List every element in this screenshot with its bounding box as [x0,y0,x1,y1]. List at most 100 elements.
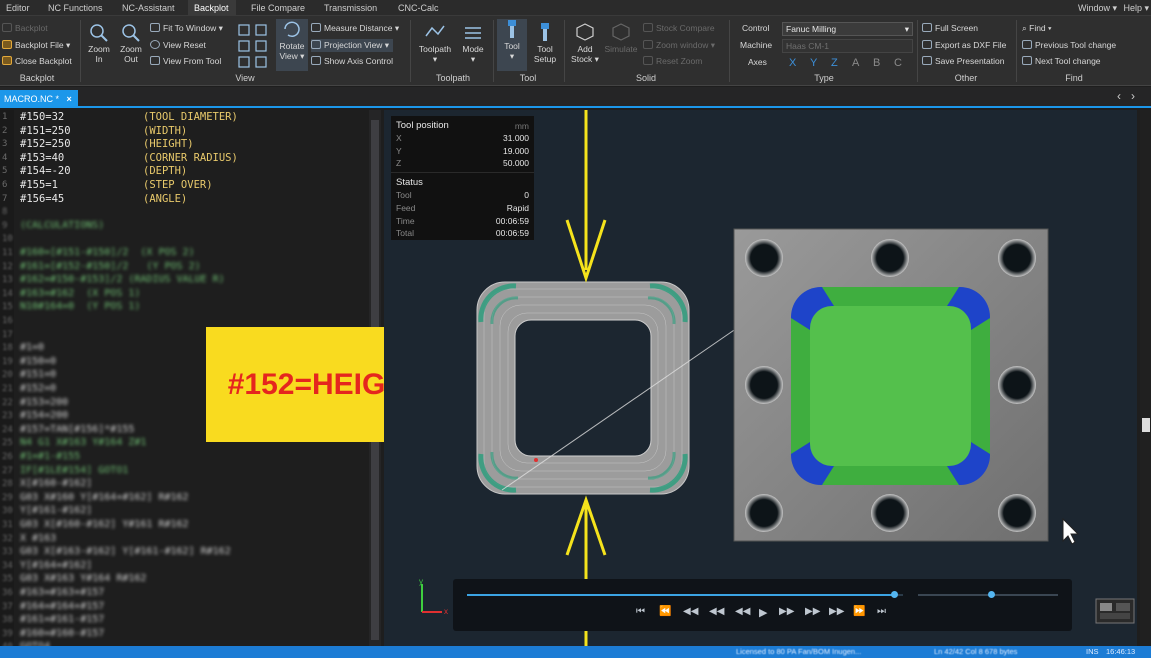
code-line-blurred[interactable]: X[#160-#162] [20,478,92,489]
step-back-button[interactable]: ◀◀ [735,606,750,617]
save-presentation-button[interactable]: Save Presentation [922,55,1004,68]
full-screen-button[interactable]: Full Screen [922,22,978,35]
show-axis-control-button[interactable]: Show Axis Control [311,55,393,68]
tab-editor[interactable]: Editor [0,0,36,16]
code-line[interactable]: #151=250 [20,125,71,137]
code-line-blurred[interactable]: #164=#164+#157 [20,601,104,612]
axis-y[interactable]: Y [810,57,817,69]
step-forward-block-button[interactable]: ▶▶ [829,606,844,617]
code-line-blurred[interactable]: #162=#150-#153]/2 (RADIUS VALUE R) [20,274,225,285]
speed-handle[interactable] [987,591,995,598]
close-icon[interactable]: × [67,94,72,104]
code-line-blurred[interactable]: N4 G1 X#163 Y#164 Z#1 [20,437,146,448]
tool-button[interactable]: Tool ▾ [497,19,527,71]
view-from-tool-button[interactable]: View From Tool [150,55,221,68]
axis-b[interactable]: B [873,57,880,69]
export-dxf-button[interactable]: Export as DXF File [922,39,1006,52]
code-line-blurred[interactable]: #163=#162 (X POS 1) [20,288,140,299]
code-line-blurred[interactable]: N10#164=0 (Y POS 1) [20,301,140,312]
machine-select[interactable]: Haas CM-1 [782,39,913,53]
code-line[interactable]: #156=45 [20,193,64,205]
axis-z[interactable]: Z [831,57,838,69]
code-line-blurred[interactable]: #154=200 [20,410,68,421]
tab-nav-arrows[interactable]: ‹ › [1117,89,1135,103]
backplot-file-button[interactable]: Backplot File ▾ [2,39,70,52]
tab-cnc-calc[interactable]: CNC-Calc [392,0,445,16]
code-line-blurred[interactable]: #161=#161-#157 [20,614,104,625]
code-line-blurred[interactable]: X #163 [20,533,56,544]
rotate-view-button[interactable]: Rotate View ▾ [276,19,308,71]
projection-view-button[interactable]: Projection View ▾ [311,39,394,52]
step-forward-tool-button[interactable]: ⏩ [853,606,865,617]
axis-a[interactable]: A [852,57,859,69]
code-line-blurred[interactable]: #163=#163+#157 [20,587,104,598]
chevron-left-icon[interactable]: ‹ [1117,89,1121,103]
step-forward-button[interactable]: ▶▶ [779,606,794,617]
tool-setup-button[interactable]: Tool Setup [530,22,560,64]
stock-compare-button[interactable]: Stock Compare [643,22,715,35]
next-tool-change-button[interactable]: Next Tool change [1022,55,1101,68]
step-back-z-button[interactable]: ◀◀ [709,606,724,617]
view-cubes-icon[interactable] [236,22,272,68]
viewport-scrollbar[interactable] [1140,110,1151,646]
code-line[interactable]: #152=250 [20,138,71,150]
control-select[interactable]: Fanuc Milling ▾ [782,22,913,36]
window-menu[interactable]: Window ▾ [1078,0,1117,16]
code-line-blurred[interactable]: #150=0 [20,356,56,367]
code-line-blurred[interactable]: #157=TAN[#156]*#155 [20,424,134,435]
measure-distance-button[interactable]: Measure Distance ▾ [311,22,399,35]
play-button[interactable]: ▶ [759,606,767,619]
axis-c[interactable]: C [894,57,902,69]
code-line-blurred[interactable]: #1=#1-#155 [20,451,80,462]
code-line-blurred[interactable]: Y[#161-#162] [20,505,92,516]
code-line-blurred[interactable]: G03 X#160 Y[#164+#162] R#162 [20,492,189,503]
code-line[interactable]: #153=40 [20,152,64,164]
tab-nc-functions[interactable]: NC Functions [42,0,109,16]
step-back-block-button[interactable]: ◀◀ [683,606,698,617]
zoom-out-button[interactable]: Zoom Out [116,22,146,64]
chevron-right-icon[interactable]: › [1131,89,1135,103]
code-line-blurred[interactable]: #160=#160-#157 [20,628,104,639]
code-line[interactable]: #154=-20 [20,165,71,177]
code-line-blurred[interactable]: #160=[#151-#150]/2 (X POS 2) [20,247,195,258]
tab-nc-assistant[interactable]: NC-Assistant [116,0,181,16]
first-frame-button[interactable]: ⏮ [636,606,645,617]
code-line-blurred[interactable]: #153=200 [20,397,68,408]
fit-to-window-button[interactable]: Fit To Window ▾ [150,22,223,35]
viewport-scroll-thumb[interactable] [1142,418,1150,432]
view-reset-button[interactable]: View Reset [150,39,206,52]
code-line-blurred[interactable]: IF[#1LE#154] GOTO1 [20,465,128,476]
reset-zoom-button[interactable]: Reset Zoom [643,55,702,68]
code-line-blurred[interactable]: G03 X[#163-#162] Y[#161-#162] R#162 [20,546,231,557]
axis-x[interactable]: X [789,57,796,69]
last-frame-button[interactable]: ⏭ [877,606,886,617]
find-button[interactable]: ⌕ Find ▾ [1022,22,1052,35]
code-line-blurred[interactable]: #1=0 [20,342,44,353]
code-line-blurred[interactable]: #152=0 [20,383,56,394]
add-stock-button[interactable]: Add Stock ▾ [568,22,602,64]
tab-transmission[interactable]: Transmission [318,0,383,16]
code-line-blurred[interactable]: G03 X[#160-#162] Y#161 R#162 [20,519,189,530]
tab-file-compare[interactable]: File Compare [245,0,311,16]
code-line-blurred[interactable]: #161=[#152-#150]/2 (Y POS 2) [20,261,201,272]
close-backplot-button[interactable]: Close Backplot [2,55,72,68]
code-line[interactable]: #150=32 [20,111,64,123]
step-forward-z-button[interactable]: ▶▶ [805,606,820,617]
code-line-blurred[interactable]: G03 X#163 Y#164 R#162 [20,573,146,584]
backplot-button[interactable]: Backplot [2,22,48,35]
toolpath-button[interactable]: Toolpath ▾ [414,22,456,64]
document-tab[interactable]: MACRO.NC * × [0,90,78,108]
previous-tool-change-button[interactable]: Previous Tool change [1022,39,1116,52]
tab-backplot[interactable]: Backplot [188,0,236,16]
step-back-tool-button[interactable]: ⏪ [659,606,671,617]
progress-handle[interactable] [891,591,899,598]
code-line-blurred[interactable]: (CALCULATIONS) [20,220,104,231]
simulate-button[interactable]: Simulate [603,22,639,54]
mode-button[interactable]: Mode ▾ [458,22,488,64]
help-menu[interactable]: Help ▾ [1123,0,1149,16]
code-line[interactable]: #155=1 [20,179,58,191]
code-line-blurred[interactable]: Y[#164+#162] [20,560,92,571]
zoom-in-button[interactable]: Zoom In [84,22,114,64]
code-line-blurred[interactable]: #151=0 [20,369,56,380]
zoom-window-button[interactable]: Zoom window ▾ [643,39,715,52]
